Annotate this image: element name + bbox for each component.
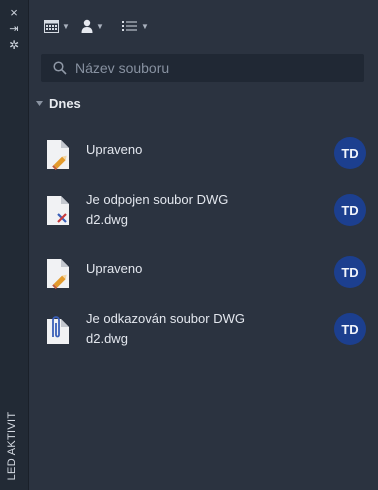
detached-file-icon xyxy=(47,196,69,225)
palette-sidebar: × ⇥ ✲ LED AKTIVIT xyxy=(0,0,29,490)
activity-panel: ▼ ▼ ▼ Název souboru Dnes Upraveno TD Je … xyxy=(29,0,378,490)
activity-filename: d2.dwg xyxy=(86,331,128,346)
list-icon xyxy=(122,21,137,31)
activity-text: Je odpojen soubor DWG d2.dwg xyxy=(86,190,228,230)
user-icon xyxy=(81,19,93,33)
search-box xyxy=(41,54,364,82)
search-icon xyxy=(53,61,67,75)
avatar[interactable]: TD xyxy=(334,313,366,345)
section-header-today[interactable]: Dnes xyxy=(36,94,81,112)
list-view-button[interactable]: ▼ xyxy=(122,18,149,34)
activity-item[interactable]: Upraveno TD xyxy=(29,134,378,186)
activity-item[interactable]: Je odpojen soubor DWG d2.dwg TD xyxy=(29,190,378,242)
chevron-down-icon xyxy=(36,100,43,106)
activity-filename: d2.dwg xyxy=(86,212,128,227)
close-icon[interactable]: × xyxy=(0,6,28,20)
activity-text: Je odkazován soubor DWG d2.dwg xyxy=(86,309,245,349)
activity-item[interactable]: Je odkazován soubor DWG d2.dwg TD xyxy=(29,309,378,361)
chevron-down-icon: ▼ xyxy=(96,21,104,31)
calendar-icon xyxy=(44,19,59,33)
toolbar: ▼ ▼ ▼ xyxy=(29,0,378,48)
calendar-filter-button[interactable]: ▼ xyxy=(44,18,70,34)
settings-icon[interactable]: ✲ xyxy=(0,38,28,52)
activity-title: Je odkazován soubor DWG xyxy=(86,311,245,326)
palette-title: LED AKTIVIT xyxy=(6,411,18,481)
avatar[interactable]: TD xyxy=(334,194,366,226)
activity-text: Upraveno xyxy=(86,140,142,160)
avatar[interactable]: TD xyxy=(334,137,366,169)
activity-title: Upraveno xyxy=(86,261,143,276)
activity-title: Je odpojen soubor DWG xyxy=(86,192,229,207)
user-filter-button[interactable]: ▼ xyxy=(81,18,104,34)
chevron-down-icon: ▼ xyxy=(141,21,149,31)
activity-text: Upraveno xyxy=(86,259,142,279)
collapse-icon[interactable]: ⇥ xyxy=(0,22,28,36)
edited-file-icon xyxy=(47,140,69,171)
edited-file-icon xyxy=(47,259,69,290)
avatar[interactable]: TD xyxy=(334,256,366,288)
search-input[interactable] xyxy=(73,59,364,77)
activity-title: Upraveno xyxy=(86,142,143,157)
section-label: Dnes xyxy=(49,95,81,111)
attached-file-icon xyxy=(47,316,69,344)
chevron-down-icon: ▼ xyxy=(62,21,70,31)
activity-item[interactable]: Upraveno TD xyxy=(29,253,378,305)
